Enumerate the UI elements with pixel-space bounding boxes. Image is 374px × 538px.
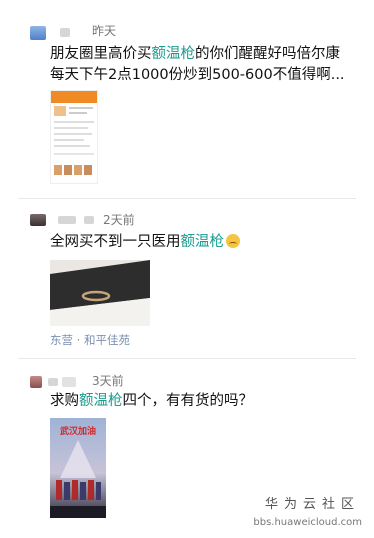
watermark-name: 华为云社区 (264, 497, 360, 512)
divider (18, 358, 356, 359)
username-blurred[interactable] (48, 378, 58, 386)
keyword-link[interactable]: 额温枪 (181, 234, 225, 250)
avatar[interactable] (30, 26, 46, 40)
post-time: 2天前 (103, 213, 135, 227)
post-1: 昨天 朋友圈里高价买额温枪的你们醒醒好吗倍尔康 每天下午2点1000份炒到500… (0, 0, 374, 190)
post-text: 求购额温枪四个，有有货的吗？ (50, 393, 253, 409)
keyword-link[interactable]: 额温枪 (152, 46, 196, 62)
post-time: 昨天 (92, 24, 117, 38)
post-text: 朋友圈里高价买额温枪的你们醒醒好吗倍尔康 每天下午2点1000份炒到500-60… (50, 46, 345, 83)
location-label[interactable]: 东营 · 和平佳苑 (50, 332, 130, 348)
post-text: 全网买不到一只医用额温枪 (50, 232, 240, 253)
divider (18, 198, 356, 199)
watermark-url: bbs.huaweicloud.com (253, 517, 362, 528)
keyword-link[interactable]: 额温枪 (79, 393, 123, 409)
username-blurred[interactable] (58, 216, 76, 224)
username-blurred[interactable] (84, 216, 94, 224)
post-time: 3天前 (92, 374, 124, 388)
post-image-poster[interactable]: 武汉加油 (50, 418, 106, 518)
avatar[interactable] (30, 376, 42, 388)
post-image-photo[interactable] (50, 260, 150, 326)
sad-emoji-icon (226, 234, 240, 248)
avatar[interactable] (30, 214, 46, 226)
post-2: 2天前 全网买不到一只医用额温枪 东营 · 和平佳苑 (0, 200, 374, 360)
username-blurred[interactable] (62, 377, 76, 387)
post-image-screenshot[interactable] (50, 90, 98, 184)
username-blurred[interactable] (60, 28, 70, 37)
poster-title: 武汉加油 (59, 427, 96, 437)
